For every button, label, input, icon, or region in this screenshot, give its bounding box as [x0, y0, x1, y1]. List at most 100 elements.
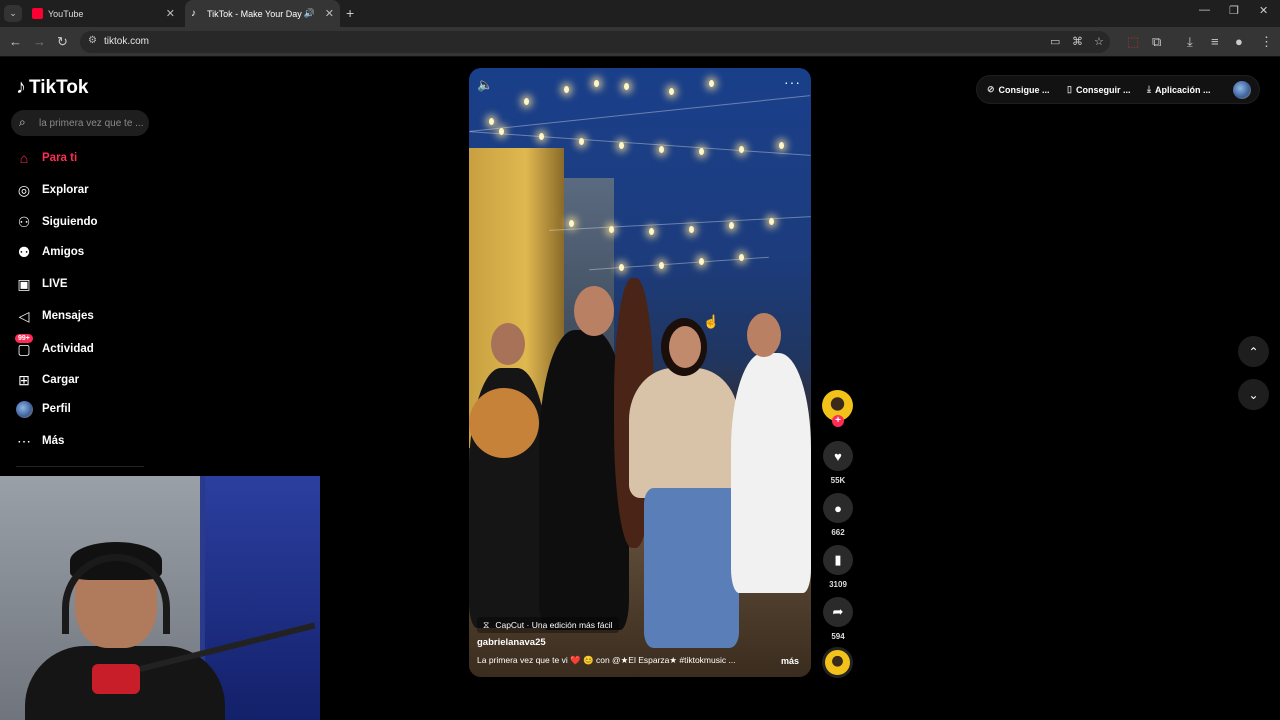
- string-light: [659, 146, 664, 153]
- forward-icon[interactable]: →: [33, 34, 46, 49]
- comment-button[interactable]: ●: [823, 493, 853, 523]
- media-control-icon[interactable]: ≡: [1211, 34, 1219, 49]
- send-icon: ◁: [18, 307, 30, 324]
- share-button[interactable]: ➦: [823, 597, 853, 627]
- music-disc-icon[interactable]: [822, 647, 853, 678]
- string-light: [739, 254, 744, 261]
- light-string: [469, 95, 811, 132]
- sidebar-item-mensajes[interactable]: ◁ Mensajes: [15, 305, 165, 327]
- back-icon[interactable]: ←: [9, 34, 22, 49]
- bookmark-star-icon[interactable]: ☆: [1094, 35, 1104, 48]
- tab-title: YouTube: [48, 8, 84, 19]
- follow-plus-icon[interactable]: +: [832, 415, 844, 427]
- sidebar-item-amigos[interactable]: ⚉ Amigos: [15, 241, 165, 263]
- string-light: [669, 88, 674, 95]
- next-video-button[interactable]: ⌄: [1238, 379, 1269, 410]
- like-button[interactable]: ♥: [823, 441, 853, 471]
- capcut-label: CapCut · Una edición más fácil: [495, 620, 613, 630]
- search-input[interactable]: [37, 114, 145, 132]
- logo-text: TikTok: [29, 76, 89, 98]
- string-light: [649, 228, 654, 235]
- cast-icon[interactable]: ▭: [1050, 35, 1060, 48]
- more-options-icon[interactable]: ···: [784, 74, 801, 90]
- string-light: [539, 133, 544, 140]
- translate-icon[interactable]: ⌘: [1072, 35, 1083, 48]
- sidebar-item-actividad[interactable]: ▢ 99+ Actividad: [15, 334, 165, 360]
- close-tab-icon[interactable]: ✕: [325, 7, 334, 20]
- speaker-icon[interactable]: 🔊: [304, 8, 315, 19]
- sidebar-item-label: Siguiendo: [42, 216, 98, 228]
- tab-search-icon[interactable]: ⌄: [4, 5, 22, 22]
- performer-jeans: [644, 488, 739, 648]
- string-light: [699, 148, 704, 155]
- sidebar-item-para-ti[interactable]: ⌂ Para ti: [15, 147, 165, 169]
- more-icon: ⋯: [17, 432, 31, 449]
- reload-icon[interactable]: ↻: [57, 34, 68, 50]
- video-author[interactable]: gabrielanava25: [477, 637, 546, 648]
- volume-icon[interactable]: 🔈: [477, 77, 493, 93]
- sidebar-item-label: Mensajes: [42, 310, 94, 322]
- download-icon[interactable]: ⤓: [1187, 34, 1193, 50]
- minimize-icon[interactable]: —: [1199, 4, 1210, 16]
- browser-menu-icon[interactable]: ⋮: [1260, 34, 1273, 50]
- tab-tiktok[interactable]: ♪ TikTok - Make Your Day 🔊 ✕: [185, 0, 340, 27]
- capcut-tag[interactable]: ⧖ CapCut · Una edición más fácil: [477, 617, 619, 633]
- string-light: [579, 138, 584, 145]
- string-light: [569, 220, 574, 227]
- share-count: 594: [831, 632, 845, 641]
- tab-youtube[interactable]: YouTube ✕: [26, 0, 181, 27]
- sidebar-item-explorar[interactable]: ◎ Explorar: [15, 179, 165, 201]
- string-light: [619, 142, 624, 149]
- upload-icon: ⊞: [18, 371, 30, 388]
- chevron-down-icon: ⌄: [1248, 387, 1259, 402]
- video-player[interactable]: 🔈 ··· ⧖ CapCut · Una edición más fácil g…: [469, 68, 811, 677]
- performer-face: [669, 326, 701, 368]
- get-app-button[interactable]: ▯ Conseguir ...: [1067, 84, 1130, 95]
- save-button[interactable]: ▮: [823, 545, 853, 575]
- caption-more-link[interactable]: más: [781, 656, 799, 666]
- user-avatar[interactable]: [1233, 81, 1251, 99]
- sidebar-item-label: Amigos: [42, 246, 85, 258]
- sidebar-item-mas[interactable]: ⋯ Más: [15, 430, 165, 452]
- string-light: [564, 86, 569, 93]
- sidebar-item-siguiendo[interactable]: ⚇ Siguiendo: [15, 211, 165, 233]
- sidebar-item-live[interactable]: ▣ LIVE: [15, 273, 165, 295]
- profile-icon[interactable]: ●: [1235, 34, 1243, 49]
- window-close-icon[interactable]: ✕: [1259, 4, 1268, 17]
- sidebar-item-label: Explorar: [42, 184, 89, 196]
- site-info-icon[interactable]: ⚙: [88, 35, 97, 46]
- sidebar-item-cargar[interactable]: ⊞ Cargar: [15, 369, 165, 391]
- restore-icon[interactable]: ❐: [1229, 4, 1239, 17]
- download-app-button[interactable]: ⤓ Aplicación ...: [1147, 84, 1211, 95]
- tiktok-logo[interactable]: ♪ TikTok: [16, 76, 88, 99]
- performer-face: [491, 323, 525, 365]
- coin-icon: ⊘: [987, 84, 995, 94]
- capcut-icon: ⧖: [483, 619, 490, 630]
- acoustic-guitar: [469, 388, 539, 458]
- address-bar-row: ← → ↻ ⚙ tiktok.com ▭ ⌘ ☆ ⬚ ⧉ ⤓ ≡ ● ⋮: [0, 27, 1280, 57]
- previous-video-button[interactable]: ⌃: [1238, 336, 1269, 367]
- close-tab-icon[interactable]: ✕: [166, 7, 175, 20]
- extension-icon[interactable]: ⬚: [1127, 34, 1139, 50]
- tab-title: TikTok - Make Your Day: [207, 8, 302, 19]
- string-light: [769, 218, 774, 225]
- omnibox[interactable]: ⚙ tiktok.com ▭ ⌘ ☆: [80, 31, 1110, 53]
- search-box[interactable]: ⌕: [11, 110, 149, 136]
- sidebar-divider: [16, 466, 144, 467]
- new-tab-button[interactable]: +: [346, 5, 354, 21]
- string-light: [779, 142, 784, 149]
- string-light: [619, 264, 624, 271]
- following-icon: ⚇: [17, 213, 31, 230]
- sidebar-item-label: Más: [42, 435, 65, 447]
- sidebar-item-label: LIVE: [42, 278, 68, 290]
- coins-button[interactable]: ⊘ Consigue ...: [987, 84, 1050, 95]
- sidebar-item-perfil[interactable]: Perfil: [15, 398, 165, 420]
- performer-face: [747, 313, 781, 357]
- chevron-up-icon: ⌃: [1248, 344, 1259, 359]
- notification-badge: 99+: [15, 334, 33, 343]
- extensions-puzzle-icon[interactable]: ⧉: [1152, 34, 1161, 50]
- sidebar-item-label: Perfil: [42, 403, 71, 415]
- sidebar-item-label: Cargar: [42, 374, 80, 386]
- download-app-label: Aplicación ...: [1154, 84, 1211, 95]
- url-text: tiktok.com: [104, 36, 150, 47]
